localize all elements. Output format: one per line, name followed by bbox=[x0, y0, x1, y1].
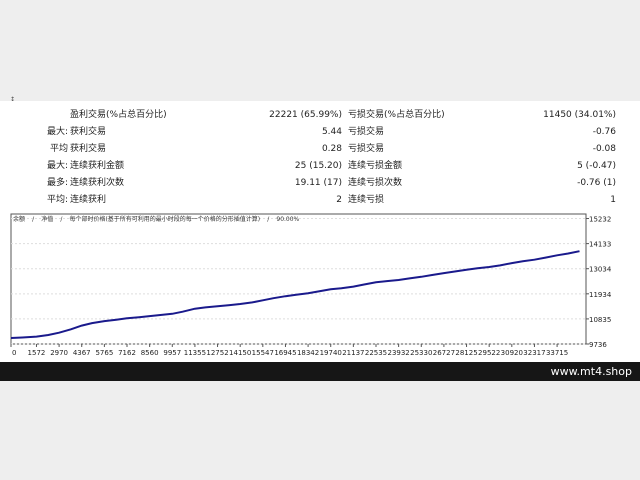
average-profit-title: 获利交易 bbox=[70, 144, 107, 154]
legend-separator: / bbox=[60, 216, 63, 223]
x-tick-label: 29522 bbox=[478, 349, 500, 357]
x-tick-label: 7162 bbox=[118, 349, 136, 357]
chart-plot-area bbox=[10, 213, 587, 345]
x-tick-label: 22535 bbox=[365, 349, 387, 357]
stats-row-largest: 最大: 获利交易 5.44 亏损交易 -0.76 bbox=[0, 124, 640, 141]
stats-row-label: 平均: bbox=[46, 195, 68, 205]
y-tick-label: 9736 bbox=[589, 341, 607, 349]
average-loss-title: 亏损交易 bbox=[348, 144, 385, 154]
balance-chart: 余额 / 净值 / 每个部时价格(基于所有可利用的最小时段的每一个价格的分形插值… bbox=[10, 211, 612, 357]
y-tick-label: 10835 bbox=[589, 316, 611, 324]
average-loss-value: -0.08 bbox=[592, 144, 616, 154]
y-axis-ticks: 9736 10835 11934 13034 14133 15232 bbox=[586, 216, 612, 349]
stats-row-label: 平均 bbox=[49, 144, 68, 154]
x-tick-label: 32317 bbox=[523, 349, 545, 357]
y-tick-label: 11934 bbox=[589, 291, 612, 299]
x-tick-label: 2970 bbox=[50, 349, 68, 357]
max-consecutive-wins-value: 25 (15.20) bbox=[294, 161, 342, 171]
chart-legend: 余额 / 净值 / 每个部时价格(基于所有可利用的最小时段的每一个价格的分形插值… bbox=[13, 211, 300, 225]
stats-row-label: 最大: bbox=[46, 127, 68, 137]
profit-trades-title: 盈利交易(%占总百分比) bbox=[70, 110, 167, 120]
x-tick-label: 12752 bbox=[206, 349, 228, 357]
x-tick-label: 16945 bbox=[274, 349, 296, 357]
x-axis-ticks: 0 1572 2970 4367 5765 7162 8560 9957 11355 12752 1… bbox=[10, 344, 568, 357]
stats-row-average-consecutive: 平均: 连续获利 2 连续亏损 1 bbox=[0, 192, 640, 209]
x-tick-label: 18342 bbox=[297, 349, 319, 357]
profit-trades-value: 22221 (65.99%) bbox=[269, 110, 342, 120]
largest-profit-value: 5.44 bbox=[321, 127, 342, 137]
x-tick-label: 19740 bbox=[320, 349, 342, 357]
consecutive-wins-count-value: 19.11 (17) bbox=[294, 178, 342, 188]
x-tick-label: 11355 bbox=[184, 349, 206, 357]
report-screen: ↕ 盈利交易(%占总百分比) 22221 (65.99%) 亏损交易(%占总百分… bbox=[0, 0, 640, 480]
x-tick-label: 0 bbox=[12, 349, 16, 357]
x-tick-label: 23932 bbox=[387, 349, 409, 357]
max-consecutive-wins-title: 连续获利金额 bbox=[70, 161, 125, 171]
legend-modelling: 每个部时价格(基于所有可利用的最小时段的每一个价格的分形插值计算) bbox=[69, 215, 260, 223]
legend-separator: / bbox=[267, 216, 270, 223]
x-tick-label: 30920 bbox=[501, 349, 523, 357]
stats-row-label: 最多: bbox=[46, 178, 68, 188]
consecutive-losses-count-value: -0.76 (1) bbox=[577, 178, 616, 188]
largest-profit-title: 获利交易 bbox=[70, 127, 107, 137]
x-tick-label: 9957 bbox=[163, 349, 181, 357]
consecutive-losses-count-title: 连续亏损次数 bbox=[348, 178, 403, 188]
x-tick-label: 14150 bbox=[229, 349, 251, 357]
stats-row-profit-trades: 盈利交易(%占总百分比) 22221 (65.99%) 亏损交易(%占总百分比)… bbox=[0, 107, 640, 124]
legend-separator: / bbox=[32, 216, 35, 223]
stats-row-most-consecutive: 最多: 连续获利次数 19.11 (17) 连续亏损次数 -0.76 (1) bbox=[0, 175, 640, 192]
consecutive-wins-count-title: 连续获利次数 bbox=[70, 178, 125, 188]
x-tick-label: 1572 bbox=[28, 349, 46, 357]
loss-trades-value: 11450 (34.01%) bbox=[543, 110, 616, 120]
x-tick-label: 28125 bbox=[455, 349, 477, 357]
average-consecutive-wins-value: 2 bbox=[336, 195, 342, 205]
average-consecutive-wins-title: 连续获利 bbox=[70, 195, 107, 205]
stats-row-max-consecutive: 最大: 连续获利金额 25 (15.20) 连续亏损金额 5 (-0.47) bbox=[0, 158, 640, 175]
x-tick-label: 33715 bbox=[546, 349, 568, 357]
average-profit-value: 0.28 bbox=[321, 144, 342, 154]
loss-trades-title: 亏损交易(%占总百分比) bbox=[348, 110, 445, 120]
x-tick-label: 25330 bbox=[410, 349, 432, 357]
stats-row-label: 最大: bbox=[46, 161, 68, 171]
footer-brand-link[interactable]: www.mt4.shop bbox=[551, 365, 632, 378]
x-tick-label: 15547 bbox=[252, 349, 274, 357]
legend-balance: 余额 bbox=[13, 215, 25, 223]
max-consecutive-losses-title: 连续亏损金额 bbox=[348, 161, 403, 171]
bottom-margin bbox=[0, 381, 640, 480]
y-tick-label: 13034 bbox=[589, 266, 612, 274]
x-tick-label: 5765 bbox=[95, 349, 113, 357]
legend-quality: 90.00% bbox=[276, 216, 299, 223]
top-margin bbox=[0, 0, 640, 101]
max-consecutive-losses-value: 5 (-0.47) bbox=[577, 161, 616, 171]
y-tick-label: 14133 bbox=[589, 241, 611, 249]
stats-row-average: 平均 获利交易 0.28 亏损交易 -0.08 bbox=[0, 141, 640, 158]
average-consecutive-losses-title: 连续亏损 bbox=[348, 195, 385, 205]
y-tick-label: 15232 bbox=[589, 216, 611, 224]
x-tick-label: 4367 bbox=[73, 349, 91, 357]
average-consecutive-losses-value: 1 bbox=[610, 195, 616, 205]
x-tick-label: 8560 bbox=[141, 349, 159, 357]
x-tick-label: 26727 bbox=[433, 349, 455, 357]
legend-equity: 净值 bbox=[41, 215, 53, 223]
footer-bar: www.mt4.shop bbox=[0, 362, 640, 381]
resize-marker-icon: ↕ bbox=[10, 96, 16, 103]
largest-loss-title: 亏损交易 bbox=[348, 127, 385, 137]
x-tick-label: 21137 bbox=[342, 349, 364, 357]
largest-loss-value: -0.76 bbox=[592, 127, 616, 137]
